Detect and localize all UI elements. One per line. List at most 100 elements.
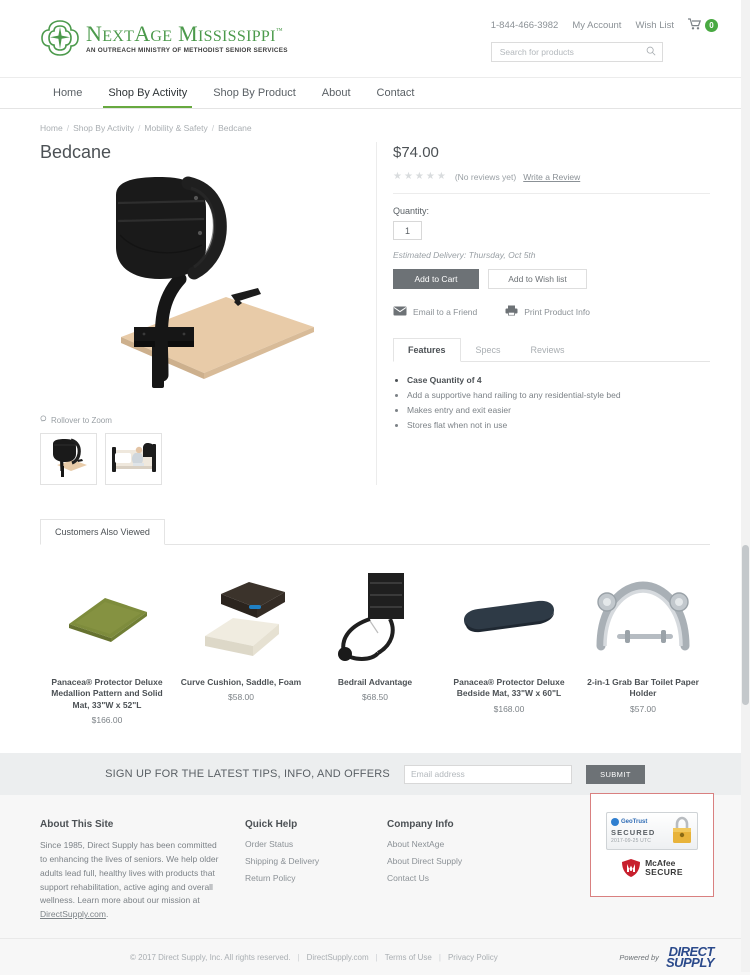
my-account-link[interactable]: My Account	[572, 20, 621, 31]
logo-text-block: NEXTAGE MISSISSIPPI™ AN OUTREACH MINISTR…	[86, 20, 288, 54]
footer-about-title: About This Site	[40, 819, 114, 831]
product-search-box[interactable]	[490, 42, 663, 62]
star-rating-icon: ★★★★★	[393, 171, 448, 182]
product-info-tabs: Features Specs Reviews	[393, 337, 710, 362]
mcafee-shield-icon	[621, 858, 641, 878]
footer-company-info-column: Company Info About NextAge About Direct …	[387, 819, 529, 922]
feature-item: Case Quantity of 4	[407, 375, 710, 386]
product-card[interactable]: Panacea® Protector Deluxe Medallion Patt…	[40, 567, 174, 725]
geotrust-brand-row: GeoTrust	[611, 818, 671, 827]
geotrust-globe-icon	[611, 818, 619, 827]
product-card-image	[582, 567, 704, 667]
breadcrumb-item-mobility-safety[interactable]: Mobility & Safety	[144, 123, 207, 133]
add-to-cart-button[interactable]: Add to Cart	[393, 269, 479, 289]
nav-item-about[interactable]: About	[309, 78, 364, 108]
header-utility-area: 1-844-466-3982 My Account Wish List 0	[490, 18, 718, 62]
feature-item: Makes entry and exit easier	[407, 405, 710, 416]
product-card[interactable]: 2-in-1 Grab Bar Toilet Paper Holder $57.…	[576, 567, 710, 725]
trust-seals-box: GeoTrust SECURED 2017-09-25 UTC McAfee S…	[590, 793, 714, 898]
product-card[interactable]: Bedrail Advantage $68.50	[308, 567, 442, 725]
copyright-notice: © 2017 Direct Supply, Inc. All rights re…	[130, 952, 291, 962]
breadcrumb-item-shop-by-activity[interactable]: Shop By Activity	[73, 123, 134, 133]
also-viewed-tabs: Customers Also Viewed	[40, 518, 710, 545]
nav-item-home[interactable]: Home	[40, 78, 95, 108]
tab-reviews[interactable]: Reviews	[516, 338, 580, 362]
quantity-input[interactable]	[393, 221, 422, 240]
print-product-info-label: Print Product Info	[524, 306, 590, 317]
geotrust-date-label: 2017-09-25 UTC	[611, 838, 652, 845]
product-rating-row: ★★★★★ (No reviews yet) Write a Review	[393, 171, 710, 194]
also-viewed-grid: Panacea® Protector Deluxe Medallion Patt…	[40, 567, 710, 725]
copyright-link-privacy-policy[interactable]: Privacy Policy	[448, 953, 498, 962]
footer-link-about-direct-supply[interactable]: About Direct Supply	[387, 856, 529, 866]
product-card-price: $57.00	[630, 703, 656, 714]
breadcrumb-separator: /	[211, 123, 215, 133]
tab-features[interactable]: Features	[393, 338, 461, 362]
footer-link-return-policy[interactable]: Return Policy	[245, 873, 387, 883]
geotrust-secured-label: SECURED	[611, 828, 656, 838]
breadcrumb-item-home[interactable]: Home	[40, 123, 63, 133]
product-card-image	[314, 567, 436, 667]
product-thumbnails	[40, 433, 362, 485]
mcafee-seal-text: McAfee SECURE	[645, 859, 683, 877]
footer-link-about-nextage[interactable]: About NextAge	[387, 839, 529, 849]
email-to-friend-action[interactable]: Email to a Friend	[393, 306, 477, 318]
product-card[interactable]: Panacea® Protector Deluxe Bedside Mat, 3…	[442, 567, 576, 725]
powered-by-label: Powered by	[619, 952, 659, 962]
copyright-separator: |	[375, 952, 378, 962]
product-features-list: Case Quantity of 4 Add a supportive hand…	[393, 375, 710, 431]
add-to-wish-list-button[interactable]: Add to Wish list	[488, 269, 587, 289]
purchase-buttons: Add to Cart Add to Wish list	[393, 269, 710, 289]
nav-item-shop-by-activity[interactable]: Shop By Activity	[95, 78, 200, 108]
phone-link[interactable]: 1-844-466-3982	[491, 20, 559, 31]
directsupply-link[interactable]: DirectSupply.com	[40, 909, 106, 919]
page-scrollbar[interactable]	[741, 0, 750, 972]
product-card-name: Panacea® Protector Deluxe Medallion Patt…	[51, 677, 163, 710]
padlock-icon	[671, 816, 693, 846]
product-card-image	[448, 567, 570, 667]
nav-item-contact[interactable]: Contact	[364, 78, 428, 108]
product-detail-row: Bedcane Rollover to Zoom $74.00 ★★★★★ (N…	[40, 142, 710, 485]
copyright-separator: |	[438, 952, 441, 962]
product-card[interactable]: Curve Cushion, Saddle, Foam $58.00	[174, 567, 308, 725]
print-product-info-action[interactable]: Print Product Info	[505, 305, 590, 318]
product-main-image[interactable]	[40, 171, 362, 413]
thumbnail-product[interactable]	[40, 433, 97, 485]
footer-link-order-status[interactable]: Order Status	[245, 839, 387, 849]
product-card-image	[46, 567, 168, 667]
direct-supply-logo[interactable]: DIRECT SUPPLY	[665, 945, 715, 970]
tab-specs[interactable]: Specs	[461, 338, 516, 362]
product-card-name: Panacea® Protector Deluxe Bedside Mat, 3…	[453, 677, 565, 699]
product-card-name: Bedrail Advantage	[337, 677, 413, 687]
breadcrumb: Home / Shop By Activity / Mobility & Safety /…	[40, 123, 710, 133]
footer-link-shipping-delivery[interactable]: Shipping & Delivery	[245, 856, 387, 866]
copyright-link-directsupply[interactable]: DirectSupply.com	[307, 953, 369, 962]
write-review-link[interactable]: Write a Review	[523, 172, 580, 182]
review-count-label: (No reviews yet)	[454, 171, 517, 182]
site-logo[interactable]: NEXTAGE MISSISSIPPI™ AN OUTREACH MINISTR…	[40, 18, 288, 58]
scrollbar-thumb[interactable]	[742, 545, 749, 705]
footer-link-contact-us[interactable]: Contact Us	[387, 873, 529, 883]
rollover-zoom-hint: Rollover to Zoom	[40, 415, 362, 425]
newsletter-signup-bar: SIGN UP FOR THE LATEST TIPS, INFO, AND O…	[0, 753, 750, 796]
geotrust-secured-seal[interactable]: GeoTrust SECURED 2017-09-25 UTC	[606, 812, 698, 851]
nextage-clover-logo-icon	[40, 18, 80, 58]
email-to-friend-label: Email to a Friend	[413, 306, 478, 317]
wish-list-link[interactable]: Wish List	[635, 20, 674, 31]
search-icon[interactable]	[646, 45, 656, 59]
search-input[interactable]	[497, 46, 646, 58]
copyright-link-terms-of-use[interactable]: Terms of Use	[385, 953, 432, 962]
thumbnail-in-use[interactable]	[105, 433, 162, 485]
nav-item-shop-by-product[interactable]: Shop By Product	[200, 78, 309, 108]
geotrust-seal-text: GeoTrust SECURED 2017-09-25 UTC	[607, 818, 671, 844]
product-purchase-column: $74.00 ★★★★★ (No reviews yet) Write a Re…	[377, 142, 710, 485]
direct-supply-line2: SUPPLY	[665, 955, 715, 970]
cart-link[interactable]: 0	[688, 18, 718, 33]
product-card-image	[180, 567, 302, 667]
site-header: NEXTAGE MISSISSIPPI™ AN OUTREACH MINISTR…	[0, 0, 750, 78]
newsletter-submit-button[interactable]: SUBMIT	[585, 764, 645, 784]
logo-title: NEXTAGE MISSISSIPPI™	[86, 20, 283, 46]
newsletter-email-input[interactable]	[403, 764, 572, 784]
tab-customers-also-viewed[interactable]: Customers Also Viewed	[40, 519, 165, 545]
mcafee-secure-seal[interactable]: McAfee SECURE	[621, 858, 683, 878]
